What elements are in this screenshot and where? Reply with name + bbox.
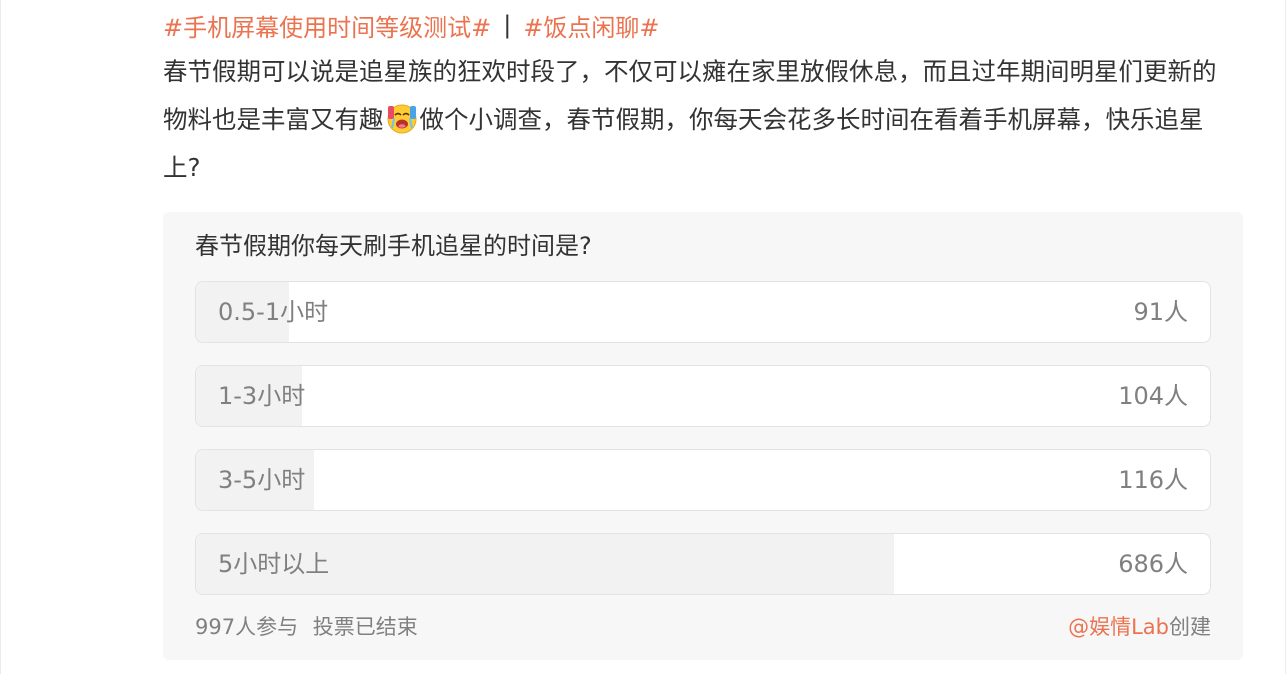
creator-suffix: 创建	[1169, 615, 1211, 639]
poll-option-label: 0.5-1小时	[218, 298, 329, 326]
topic-line: #手机屏幕使用时间等级测试# | #饭点闲聊#	[163, 0, 1243, 50]
poll-option-label: 3-5小时	[218, 466, 306, 494]
poll-option-count: 686人	[1118, 550, 1188, 578]
poll-option-count: 104人	[1118, 382, 1188, 410]
poll-footer-stats: 997人参与 投票已结束	[195, 612, 418, 642]
post-content: #手机屏幕使用时间等级测试# | #饭点闲聊# 春节假期可以说是追星族的狂欢时段…	[163, 0, 1243, 660]
creator-link[interactable]: @娱情Lab	[1068, 615, 1169, 639]
poll-participants: 997人参与	[195, 615, 299, 639]
poll-creator: @娱情Lab创建	[1068, 612, 1211, 642]
poll-card: 春节假期你每天刷手机追星的时间是? 0.5-1小时 91人 1-3小时 104人…	[163, 212, 1243, 660]
poll-title: 春节假期你每天刷手机追星的时间是?	[195, 232, 592, 260]
topic-link-lunch-chat[interactable]: #饭点闲聊#	[523, 8, 659, 43]
weibo-post-page: #手机屏幕使用时间等级测试# | #饭点闲聊# 春节假期可以说是追星族的狂欢时段…	[0, 0, 1286, 674]
poll-option-3[interactable]: 5小时以上 686人	[195, 533, 1211, 595]
poll-option-2[interactable]: 3-5小时 116人	[195, 449, 1211, 511]
poll-option-count: 91人	[1133, 298, 1188, 326]
excited-crying-emoji-icon	[385, 101, 419, 135]
poll-option-1[interactable]: 1-3小时 104人	[195, 365, 1211, 427]
poll-option-count: 116人	[1118, 466, 1188, 494]
poll-status: 投票已结束	[312, 615, 418, 639]
poll-option-0[interactable]: 0.5-1小时 91人	[195, 281, 1211, 343]
topic-link-screen-time[interactable]: #手机屏幕使用时间等级测试#	[163, 8, 491, 43]
poll-option-label: 1-3小时	[218, 382, 306, 410]
post-body-text: 春节假期可以说是追星族的狂欢时段了，不仅可以瘫在家里放假休息，而且过年期间明星们…	[163, 48, 1233, 192]
topic-separator: |	[503, 11, 512, 39]
poll-option-label: 5小时以上	[218, 550, 330, 578]
